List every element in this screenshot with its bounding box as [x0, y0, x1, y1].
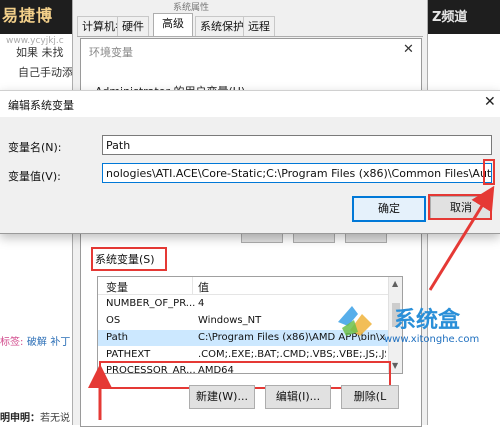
article-line-1: 如果 未找: [16, 46, 64, 59]
row-name: NUMBER_OF_PR...: [106, 298, 196, 309]
variable-value-label: 变量值(V):: [8, 170, 61, 183]
env-dialog-title: 环境变量: [89, 46, 133, 59]
disclaimer-rest: 若无说: [40, 413, 70, 424]
scroll-up-icon[interactable]: ▲: [392, 279, 398, 288]
column-header-variable[interactable]: 变量: [106, 279, 128, 295]
variable-value-input[interactable]: nologies\ATI.ACE\Core-Static;C:\Program …: [102, 163, 492, 183]
tab-advanced[interactable]: 高级: [153, 13, 193, 37]
variable-name-label: 变量名(N):: [8, 141, 62, 154]
tags-row: 标签: 破解 补丁: [0, 333, 70, 348]
list-header: 变量 值: [98, 277, 388, 295]
row-value: .COM;.EXE;.BAT;.CMD;.VBS;.VBE;.JS;.JSE;.…: [198, 349, 386, 360]
watermark-logo-icon: [332, 300, 378, 340]
disclaimer-bold: 明申明：: [0, 413, 40, 424]
variable-name-input[interactable]: Path: [102, 135, 492, 155]
tab-system-protection[interactable]: 系统保护: [195, 16, 249, 37]
edit-dialog-title: 编辑系统变量: [8, 99, 74, 112]
system-new-button[interactable]: 新建(W)...: [189, 385, 255, 409]
value-end-highlight: [483, 159, 495, 185]
tab-divider: [77, 36, 423, 37]
system-variables-highlight: [91, 247, 167, 271]
cancel-button-highlight: [428, 194, 492, 220]
column-separator: [192, 277, 193, 294]
channel-label[interactable]: Z频道: [432, 6, 467, 25]
tag-link-2[interactable]: 补丁: [50, 337, 70, 348]
disclaimer: 明申明：若无说: [0, 409, 70, 424]
tags-prefix: 标签:: [0, 337, 24, 348]
close-icon[interactable]: ✕: [484, 94, 496, 110]
close-icon[interactable]: ✕: [403, 42, 414, 57]
row-name: PATHEXT: [106, 349, 151, 360]
system-edit-button[interactable]: 编辑(I)...: [265, 385, 331, 409]
row-name: OS: [106, 315, 121, 326]
row-name: Path: [106, 332, 128, 343]
system-delete-button[interactable]: 删除(L: [341, 385, 399, 409]
ok-button[interactable]: 确定: [352, 196, 426, 222]
tab-hardware[interactable]: 硬件: [117, 16, 149, 37]
article-line-2: 自己手动添: [18, 66, 73, 79]
watermark-text: 系统盒: [394, 308, 461, 333]
column-header-value[interactable]: 值: [198, 279, 209, 295]
tab-remote[interactable]: 远程: [243, 16, 275, 37]
watermark-url: www.xitonghe.com: [384, 334, 480, 345]
scroll-down-icon[interactable]: ▼: [392, 361, 398, 370]
window-title: 系统属性: [173, 3, 210, 13]
tag-link-1[interactable]: 破解: [27, 337, 47, 348]
